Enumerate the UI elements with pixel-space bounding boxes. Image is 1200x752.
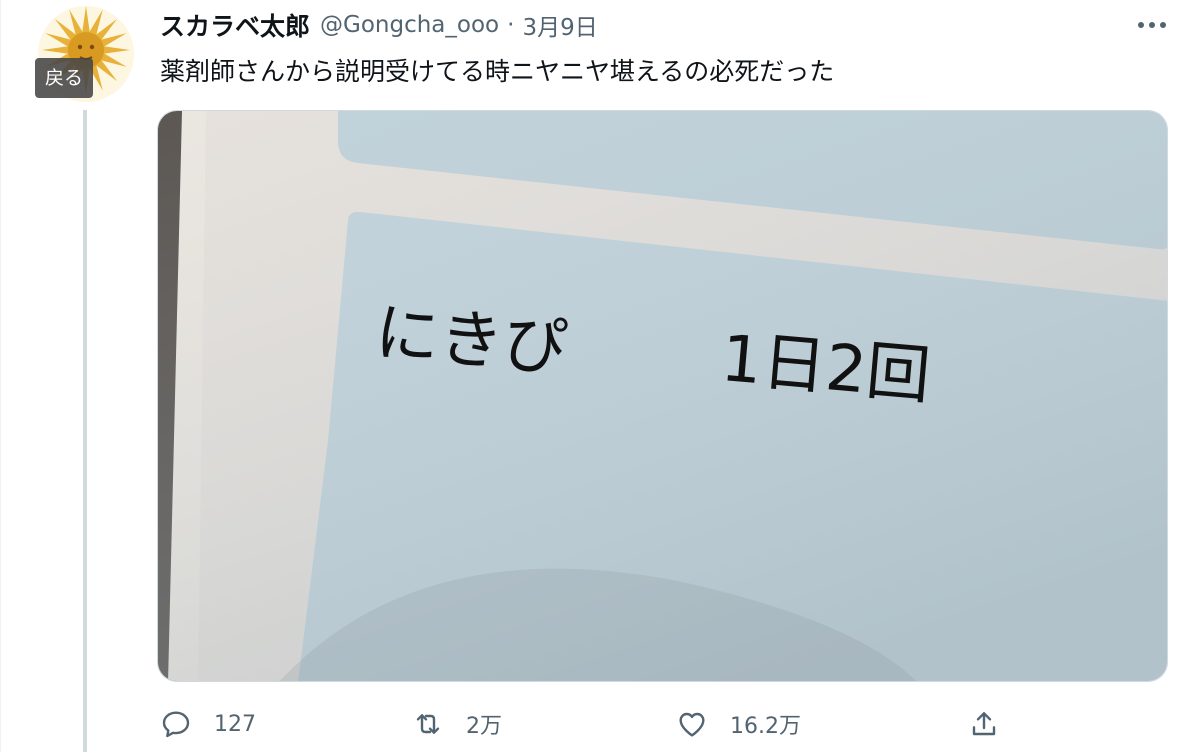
tweet-date[interactable]: 3月9日 bbox=[522, 8, 597, 42]
tweet-photo[interactable]: にきぴ 1日2回 bbox=[157, 110, 1168, 682]
tweet-header: スカラベ太郎 @Gongcha_ooo · 3月9日 bbox=[160, 6, 598, 44]
reply-icon bbox=[162, 711, 190, 738]
retweet-button[interactable]: 2万 bbox=[412, 704, 502, 744]
retweet-count: 2万 bbox=[466, 714, 502, 739]
dosage-label: 1日2回 bbox=[718, 321, 934, 414]
reply-count: 127 bbox=[214, 711, 256, 737]
photo-canvas bbox=[158, 111, 1167, 681]
share-icon bbox=[972, 712, 996, 736]
action-bar: 127 2万 16.2万 bbox=[0, 704, 1200, 744]
tweet-page: 戻る スカラベ太郎 @Gongcha_ooo · 3月9日 薬剤師さんから説明受… bbox=[0, 0, 1200, 752]
column-divider bbox=[0, 0, 1, 752]
reply-button[interactable]: 127 bbox=[160, 704, 256, 744]
back-badge[interactable]: 戻る bbox=[35, 58, 93, 98]
more-button[interactable] bbox=[1130, 10, 1174, 40]
medicine-name-label: にきぴ bbox=[372, 295, 570, 387]
tweet-text: 薬剤師さんから説明受けてる時ニヤニヤ堪えるの必死だった bbox=[160, 57, 835, 86]
thread-line bbox=[83, 110, 87, 752]
more-icon bbox=[1138, 22, 1166, 28]
like-icon bbox=[679, 712, 705, 737]
retweet-icon bbox=[416, 714, 440, 734]
separator-dot: · bbox=[507, 12, 515, 38]
like-count: 16.2万 bbox=[730, 714, 801, 739]
user-handle[interactable]: @Gongcha_ooo bbox=[320, 12, 499, 38]
like-button[interactable]: 16.2万 bbox=[676, 704, 801, 744]
share-button[interactable] bbox=[968, 704, 1000, 744]
display-name[interactable]: スカラベ太郎 bbox=[160, 7, 310, 43]
